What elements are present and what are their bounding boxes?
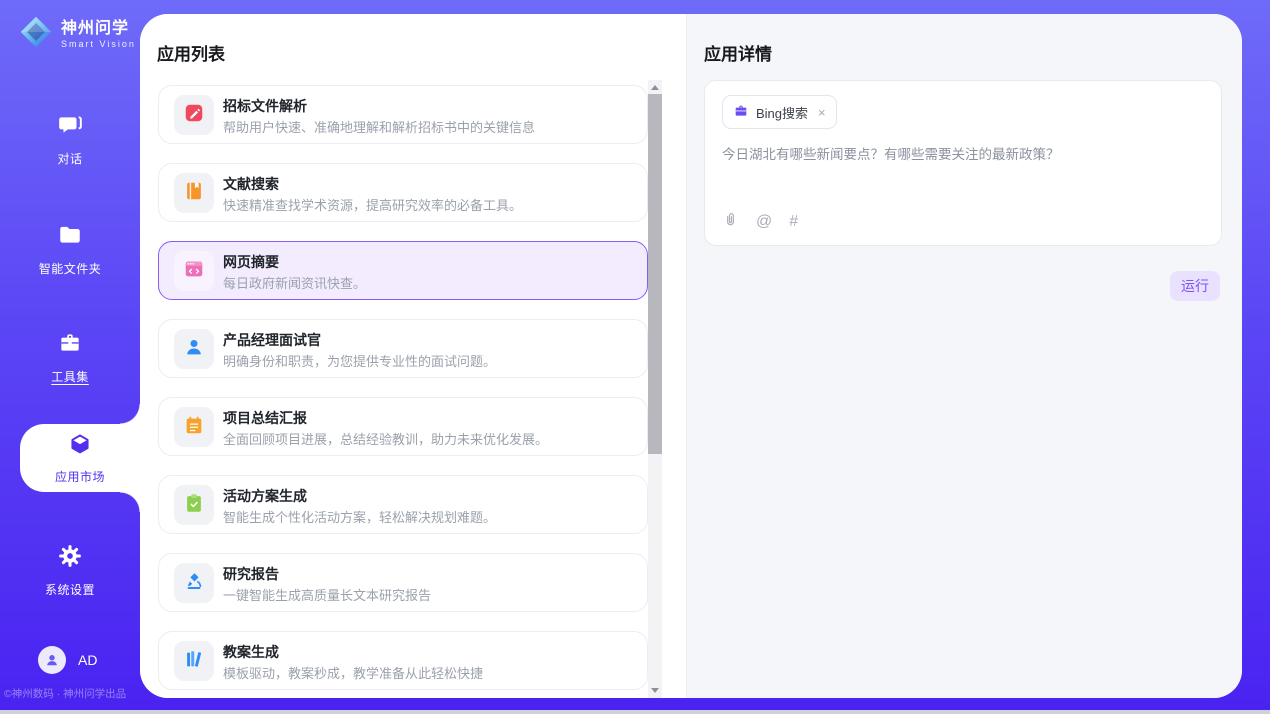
app-name: 文献搜索 xyxy=(223,174,279,194)
app-name: 网页摘要 xyxy=(223,252,279,272)
paperclip-icon[interactable] xyxy=(722,211,739,233)
app-desc: 智能生成个性化活动方案，轻松解决规划难题。 xyxy=(223,507,496,526)
app-name: 教案生成 xyxy=(223,642,279,662)
book-icon xyxy=(183,180,205,207)
document-edit-icon xyxy=(183,102,205,129)
bottom-edge xyxy=(0,710,1270,714)
sidebar-item-smart-folder[interactable]: 智能文件夹 xyxy=(0,222,140,277)
clipboard-check-icon xyxy=(183,492,205,519)
sidebar-item-label: 对话 xyxy=(57,150,82,167)
cube-icon xyxy=(67,432,93,463)
attachment-toolbar: @ # xyxy=(722,211,798,233)
app-card-bid-parse[interactable]: 招标文件解析 帮助用户快速、准确地理解和解析招标书中的关键信息 xyxy=(158,85,648,144)
sidebar-footer: ©神州数码 · 神州问学出品 xyxy=(4,686,138,701)
sidebar-item-label: 系统设置 xyxy=(45,581,95,598)
interviewer-icon xyxy=(183,336,205,363)
app-card-pm-interviewer[interactable]: 产品经理面试官 明确身份和职责，为您提供专业性的面试问题。 xyxy=(158,319,648,378)
main-window: 应用列表 招标文件解析 帮助用户快速、准确地理解和解析招标书中的关键信息 xyxy=(140,14,1242,698)
app-name: 招标文件解析 xyxy=(223,96,307,116)
hashtag-icon[interactable]: # xyxy=(789,213,798,231)
gear-icon xyxy=(57,543,83,574)
user-account[interactable]: AD xyxy=(38,646,97,674)
tool-tag-bing-search[interactable]: Bing搜索 × xyxy=(722,95,837,129)
app-name: 研究报告 xyxy=(223,564,279,584)
app-card-literature-search[interactable]: 文献搜索 快速精准查找学术资源，提高研究效率的必备工具。 xyxy=(158,163,648,222)
app-card-lesson-plan[interactable]: 教案生成 模板驱动，教案秒成，教学准备从此轻松快捷 xyxy=(158,631,648,690)
briefcase-icon xyxy=(733,103,749,122)
close-icon[interactable]: × xyxy=(818,105,826,120)
brand-name: 神州问学 xyxy=(61,20,136,38)
sidebar-item-chat[interactable]: 对话 xyxy=(0,112,140,167)
microscope-icon xyxy=(183,570,205,597)
app-detail-pane: 应用详情 Bing搜索 × 今日湖北有哪些新闻要点？有哪些需要关注的最新政策？ xyxy=(686,14,1242,698)
app-detail-title: 应用详情 xyxy=(704,40,772,65)
app-list: 招标文件解析 帮助用户快速、准确地理解和解析招标书中的关键信息 文献搜索 快速精… xyxy=(158,80,648,698)
app-desc: 每日政府新闻资讯快查。 xyxy=(223,273,366,292)
app-name: 活动方案生成 xyxy=(223,486,307,506)
scrollbar-thumb[interactable] xyxy=(648,94,662,454)
app-name: 产品经理面试官 xyxy=(223,330,321,350)
toolbox-icon xyxy=(57,330,83,361)
app-desc: 模板驱动，教案秒成，教学准备从此轻松快捷 xyxy=(223,663,483,682)
app-desc: 全面回顾项目进展，总结经验教训，助力未来优化发展。 xyxy=(223,429,548,448)
sidebar-item-toolset[interactable]: 工具集 xyxy=(0,330,140,385)
app-name: 项目总结汇报 xyxy=(223,408,307,428)
user-label: AD xyxy=(78,652,97,668)
prompt-input-card: Bing搜索 × 今日湖北有哪些新闻要点？有哪些需要关注的最新政策？ @ # xyxy=(704,80,1222,246)
sidebar-item-app-market[interactable]: 应用市场 xyxy=(20,424,140,492)
app-desc: 明确身份和职责，为您提供专业性的面试问题。 xyxy=(223,351,496,370)
run-button[interactable]: 运行 xyxy=(1170,271,1220,301)
app-desc: 帮助用户快速、准确地理解和解析招标书中的关键信息 xyxy=(223,117,535,136)
mention-icon[interactable]: @ xyxy=(756,213,772,231)
scroll-down-icon[interactable] xyxy=(651,688,659,693)
list-scrollbar[interactable] xyxy=(648,80,662,698)
app-card-event-plan[interactable]: 活动方案生成 智能生成个性化活动方案，轻松解决规划难题。 xyxy=(158,475,648,534)
report-note-icon xyxy=(183,414,205,441)
sidebar-item-label: 智能文件夹 xyxy=(39,260,102,277)
folder-icon xyxy=(57,222,83,253)
webpage-icon xyxy=(183,258,205,285)
query-input[interactable]: 今日湖北有哪些新闻要点？有哪些需要关注的最新政策？ xyxy=(722,145,1205,165)
sidebar-item-label: 应用市场 xyxy=(55,468,105,485)
sidebar-item-settings[interactable]: 系统设置 xyxy=(0,543,140,598)
sidebar-item-label: 工具集 xyxy=(51,368,89,385)
brand-logo: 神州问学 Smart Vision xyxy=(18,14,136,55)
app-card-research-report[interactable]: 研究报告 一键智能生成高质量长文本研究报告 xyxy=(158,553,648,612)
brand-subtitle: Smart Vision xyxy=(61,39,136,49)
brand-diamond-icon xyxy=(18,14,54,55)
app-desc: 快速精准查找学术资源，提高研究效率的必备工具。 xyxy=(223,195,522,214)
app-card-project-report[interactable]: 项目总结汇报 全面回顾项目进展，总结经验教训，助力未来优化发展。 xyxy=(158,397,648,456)
chat-icon xyxy=(57,112,83,143)
avatar xyxy=(38,646,66,674)
app-desc: 一键智能生成高质量长文本研究报告 xyxy=(223,585,431,604)
app-list-title: 应用列表 xyxy=(157,40,225,65)
books-icon xyxy=(183,648,205,675)
app-list-pane: 应用列表 招标文件解析 帮助用户快速、准确地理解和解析招标书中的关键信息 xyxy=(140,14,686,698)
tool-tag-label: Bing搜索 xyxy=(756,103,808,122)
sidebar: 神州问学 Smart Vision 对话 智能文件夹 工具集 xyxy=(0,0,140,710)
app-card-web-summary[interactable]: 网页摘要 每日政府新闻资讯快查。 xyxy=(158,241,648,300)
scroll-up-icon[interactable] xyxy=(651,85,659,90)
